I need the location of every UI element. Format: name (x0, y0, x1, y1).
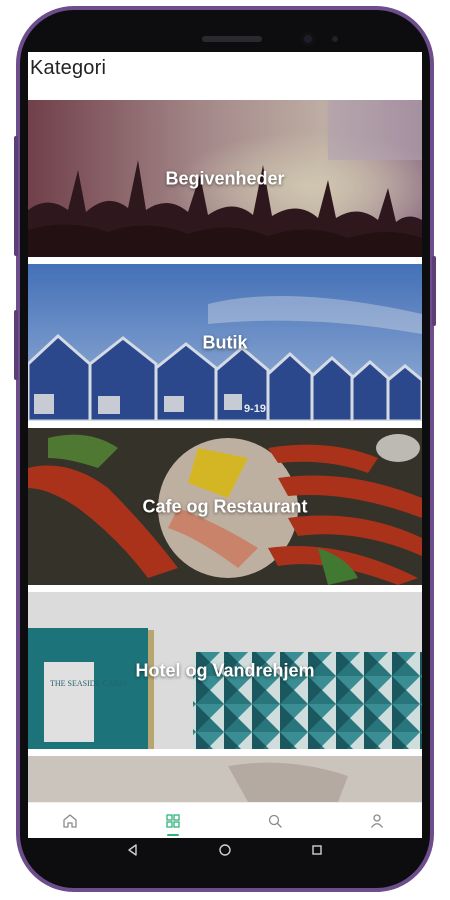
nav-home[interactable] (40, 803, 100, 838)
nav-profile[interactable] (347, 803, 407, 838)
active-tab-indicator (167, 834, 179, 836)
recents-icon (312, 845, 322, 855)
front-camera-icon (301, 32, 315, 46)
speaker-grille (202, 36, 262, 42)
system-home-button[interactable] (210, 838, 240, 862)
home-circle-icon (219, 844, 231, 856)
system-recents-button[interactable] (302, 838, 332, 862)
proximity-sensor (332, 36, 338, 42)
grid-icon (166, 814, 180, 828)
user-icon (370, 814, 384, 828)
nav-categories[interactable] (143, 803, 203, 838)
category-label: Hotel og Vandrehjem (135, 660, 315, 680)
system-nav-bar (28, 838, 422, 862)
system-back-button[interactable] (118, 838, 148, 862)
app-header: Kategori (28, 52, 422, 100)
volume-button (14, 310, 18, 380)
category-label: Butik (202, 332, 248, 352)
category-label: Begivenheder (165, 168, 285, 188)
partial-card-image (28, 756, 422, 802)
power-button (432, 256, 436, 326)
category-label: Cafe og Restaurant (142, 496, 308, 516)
bottom-nav (28, 802, 422, 838)
app-screen: Kategori Begivenheder 9-19 Butik Cafe og… (28, 52, 422, 838)
nav-search[interactable] (245, 803, 305, 838)
category-card-cafe[interactable]: Cafe og Restaurant (28, 428, 422, 585)
bixby-button (14, 136, 18, 256)
category-card-shop[interactable]: 9-19 Butik (28, 264, 422, 421)
category-card-hotel[interactable]: THE SEASIDE CABIN Hotel og Vandrehjem (28, 592, 422, 749)
back-icon (128, 844, 137, 856)
page-title: Kategori (30, 57, 107, 79)
category-card-events[interactable]: Begivenheder (28, 100, 422, 257)
search-icon (268, 814, 282, 828)
category-card-partial[interactable] (28, 756, 422, 802)
home-icon (63, 814, 77, 828)
